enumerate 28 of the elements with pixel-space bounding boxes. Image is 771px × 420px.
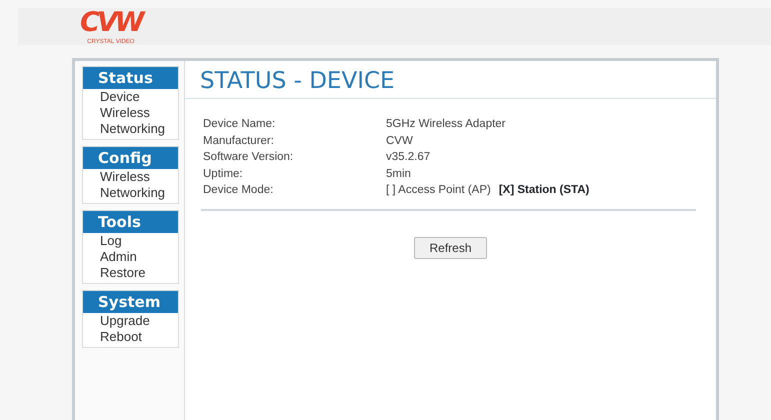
sidebar-link[interactable]: Admin <box>100 249 137 264</box>
field-value: 5min <box>386 166 411 182</box>
field-label: Software Version: <box>203 150 294 165</box>
field-label: Manufacturer: <box>203 134 275 148</box>
sidebar-heading: Status <box>83 67 178 89</box>
mode-option[interactable]: [X] Station (STA) <box>498 182 590 198</box>
sidebar-link[interactable]: Device <box>100 89 140 104</box>
sidebar-link[interactable]: Reboot <box>100 329 142 344</box>
field-value: v35.2.67 <box>386 150 430 165</box>
sidebar-link[interactable]: Networking <box>100 121 166 136</box>
field-label: Uptime: <box>203 166 244 182</box>
field-value: 5GHz Wireless Adapter <box>386 117 506 132</box>
page-title: STATUS - DEVICE <box>185 61 716 99</box>
field-label: Device Name: <box>203 117 276 132</box>
mode-option[interactable]: [ ] Access Point (AP) <box>386 182 491 198</box>
field-label: Device Mode: <box>203 183 274 198</box>
refresh-button[interactable]: Refresh <box>414 236 487 258</box>
field-value: CVW <box>386 134 413 148</box>
logo: CVW <box>80 8 142 34</box>
sidebar-link[interactable]: Wireless <box>100 105 150 120</box>
sidebar-heading: Tools <box>83 211 178 233</box>
sidebar-heading: System <box>83 291 178 313</box>
sidebar-link[interactable]: Log <box>100 233 122 248</box>
sidebar-link[interactable]: Restore <box>100 265 146 280</box>
sidebar-heading: Config <box>83 147 178 169</box>
sidebar-link[interactable]: Upgrade <box>100 313 150 328</box>
sidebar-link[interactable]: Networking <box>100 185 166 200</box>
sidebar-link[interactable]: Wireless <box>100 169 150 184</box>
